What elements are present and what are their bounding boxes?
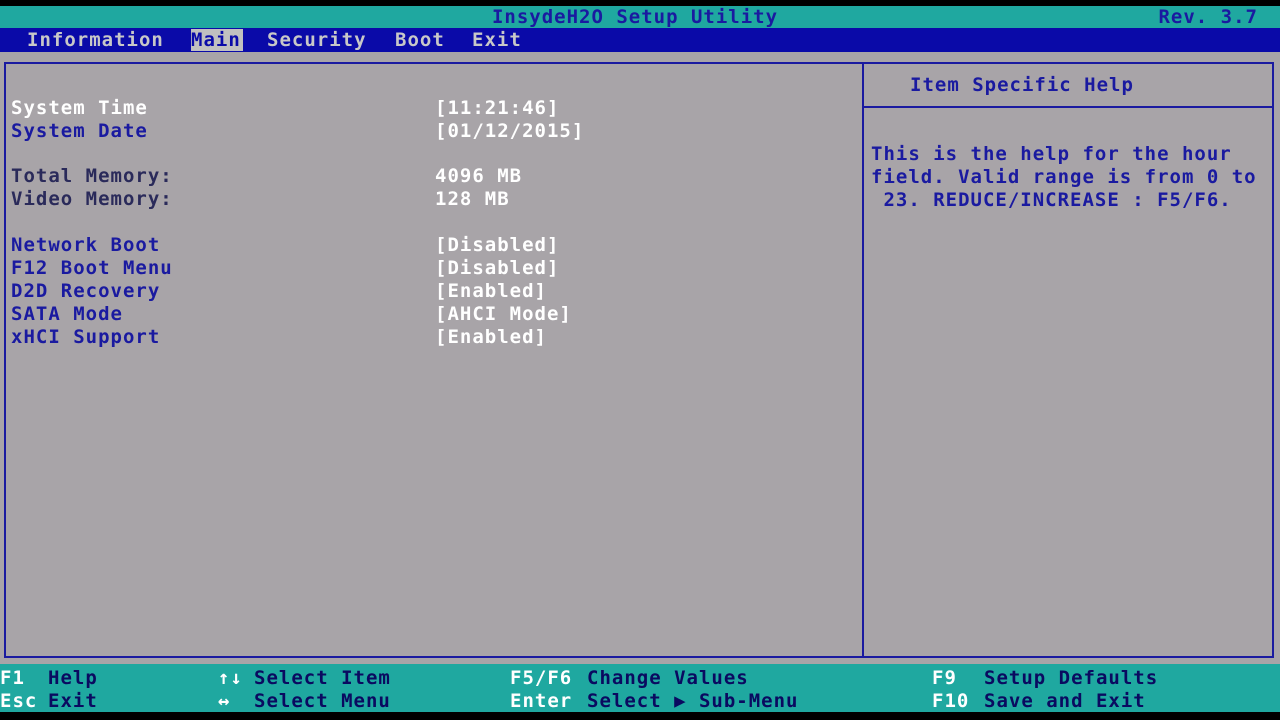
video-memory-label: Video Memory:: [11, 188, 173, 210]
f5f6-desc: Change Values: [587, 667, 749, 689]
help-text-line-2: field. Valid range is from 0 to: [871, 166, 1257, 188]
f9-desc: Setup Defaults: [984, 667, 1159, 689]
tab-boot[interactable]: Boot: [395, 29, 445, 51]
network-boot-label: Network Boot: [11, 234, 161, 256]
help-text-line-1: This is the help for the hour: [871, 143, 1232, 165]
menu-bar: Information Main Security Boot Exit: [0, 28, 1280, 52]
f1-desc: Help: [48, 667, 98, 689]
updown-desc: Select Item: [254, 667, 391, 689]
app-title: InsydeH2O Setup Utility: [491, 6, 779, 28]
esc-desc: Exit: [48, 690, 98, 712]
esc-key: Esc: [0, 690, 38, 712]
tab-main[interactable]: Main: [191, 29, 243, 51]
d2d-recovery-label: D2D Recovery: [11, 280, 161, 302]
help-separator: [864, 106, 1274, 108]
revision-label: Rev. 3.7: [1158, 6, 1258, 28]
f5f6-key: F5/F6: [510, 667, 573, 689]
system-time-label: System Time: [11, 97, 148, 119]
f9-key: F9: [932, 667, 957, 689]
title-bar: InsydeH2O Setup Utility Rev. 3.7: [0, 6, 1280, 28]
enter-key: Enter: [510, 690, 573, 712]
sata-mode-value[interactable]: [AHCI Mode]: [435, 303, 572, 325]
enter-desc: Select ▶ Sub-Menu: [587, 690, 799, 712]
f10-key: F10: [932, 690, 970, 712]
network-boot-value[interactable]: [Disabled]: [435, 234, 559, 256]
d2d-recovery-value[interactable]: [Enabled]: [435, 280, 547, 302]
system-date-value[interactable]: [01/12/2015]: [435, 120, 584, 142]
key-legend-bar: F1 Help Esc Exit ↑↓ Select Item ↔ Select…: [0, 664, 1280, 712]
xhci-support-label: xHCI Support: [11, 326, 161, 348]
bottom-strip: [0, 712, 1280, 720]
up-down-arrows-icon: ↑↓: [218, 667, 243, 689]
system-date-label: System Date: [11, 120, 148, 142]
help-text-line-3: 23. REDUCE/INCREASE : F5/F6.: [871, 189, 1232, 211]
tab-exit[interactable]: Exit: [472, 29, 522, 51]
video-memory-value: 128 MB: [435, 188, 510, 210]
tab-security[interactable]: Security: [267, 29, 367, 51]
xhci-support-value[interactable]: [Enabled]: [435, 326, 547, 348]
total-memory-value: 4096 MB: [435, 165, 523, 187]
left-right-arrows-icon: ↔: [218, 690, 231, 712]
tab-information[interactable]: Information: [27, 29, 164, 51]
settings-frame: [4, 62, 864, 658]
f10-desc: Save and Exit: [984, 690, 1146, 712]
f12-boot-menu-label: F12 Boot Menu: [11, 257, 173, 279]
system-time-value[interactable]: [11:21:46]: [435, 97, 559, 119]
leftright-desc: Select Menu: [254, 690, 391, 712]
help-heading: Item Specific Help: [910, 74, 1134, 96]
total-memory-label: Total Memory:: [11, 165, 173, 187]
f1-key: F1: [0, 667, 25, 689]
main-panel: System Time [11:21:46] System Date [01/1…: [0, 52, 1280, 664]
sata-mode-label: SATA Mode: [11, 303, 123, 325]
f12-boot-menu-value[interactable]: [Disabled]: [435, 257, 559, 279]
